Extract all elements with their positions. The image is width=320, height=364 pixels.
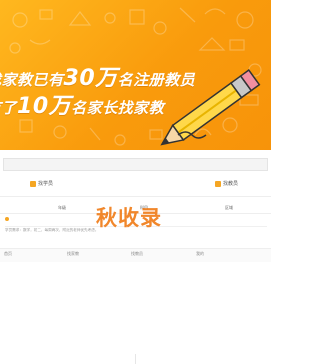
nav-find-tutor[interactable]: 找家教	[67, 251, 79, 257]
list-item[interactable]: 学员需求：数学，初二，每周两次，附近的老师优先考虑。	[5, 228, 98, 233]
tab-divider	[135, 354, 136, 364]
tab-bar: 找学员 找教员	[0, 174, 271, 364]
nav-find-teacher[interactable]: 找教员	[131, 251, 143, 257]
nav-home[interactable]: 首页	[4, 251, 12, 257]
promo-banner[interactable]: 找家教已有30万名注册教员 有了10万名家长找家教	[0, 0, 271, 150]
tab-label: 找学员	[38, 181, 54, 187]
filter-area[interactable]: 区域	[225, 205, 233, 211]
tab-label: 找教员	[223, 181, 239, 187]
search-input[interactable]	[3, 158, 268, 171]
headline-2-suffix: 名家长找家教	[71, 99, 165, 117]
headline-2-number: 10万	[17, 94, 72, 119]
tab-find-student[interactable]: 找学员	[30, 180, 53, 187]
filter-grade[interactable]: 年级	[58, 205, 66, 211]
headline-2-prefix: 有了	[0, 99, 18, 117]
status-dot-icon	[5, 217, 9, 221]
pencil-icon	[160, 69, 261, 146]
teacher-icon	[215, 180, 221, 187]
watermark: 秋收录	[96, 206, 162, 230]
headline-1-prefix: 找家教已有	[0, 71, 64, 89]
student-icon	[30, 180, 36, 187]
nav-mine[interactable]: 我的	[196, 251, 204, 257]
banner-headline-2: 有了10万名家长找家教	[0, 88, 164, 120]
tab-find-teacher[interactable]: 找教员	[215, 180, 238, 187]
bottom-nav: 首页 找家教 找教员 我的	[0, 248, 271, 262]
